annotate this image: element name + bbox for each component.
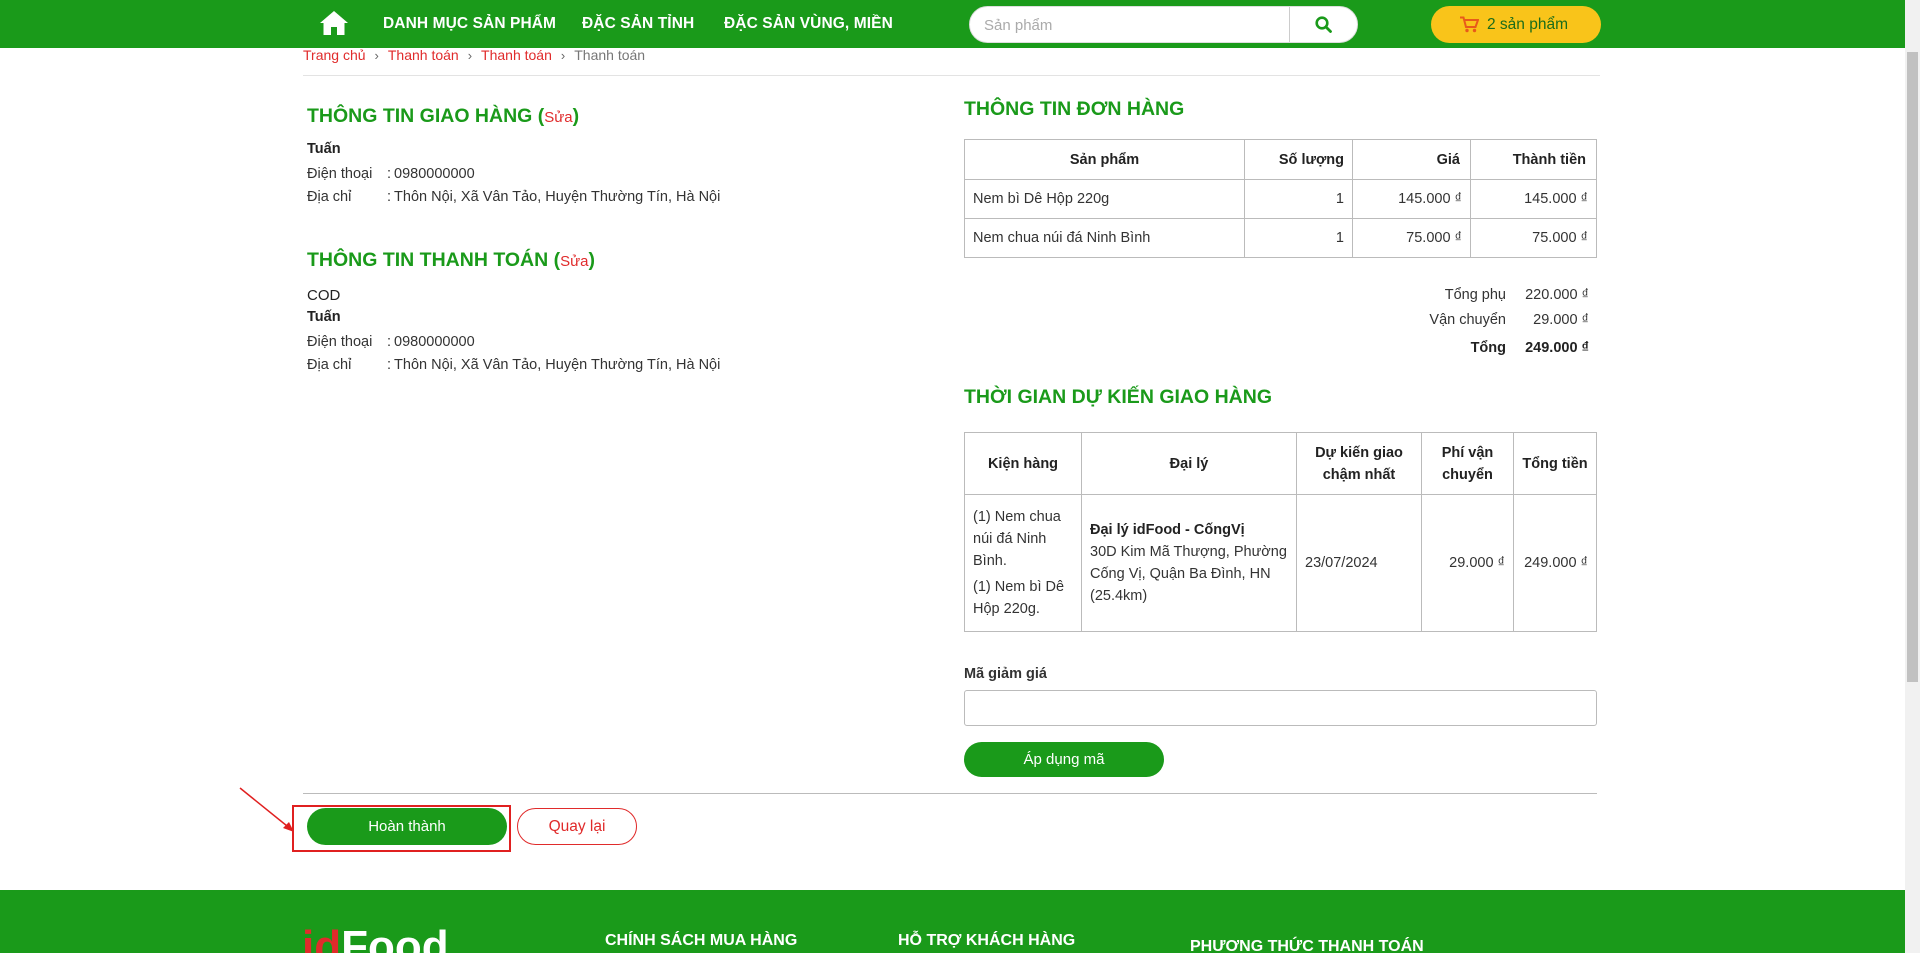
back-button[interactable]: Quay lại xyxy=(517,808,637,845)
scrollbar-thumb[interactable] xyxy=(1907,52,1918,682)
product-price: 145.000 ₫ xyxy=(1352,179,1471,219)
search-icon xyxy=(1315,16,1332,33)
subtotal-label: Tổng phụ xyxy=(1444,287,1506,303)
payment-title-text: THÔNG TIN THANH TOÁN xyxy=(307,249,549,271)
package-item: (1) Nem chua núi đá Ninh Bình. xyxy=(973,509,1061,569)
chevron-right-icon: › xyxy=(374,48,379,63)
cart-count: 2 sản phẩm xyxy=(1487,15,1568,33)
col-grand-total: Tổng tiền xyxy=(1513,432,1597,495)
col-quantity: Số lượng xyxy=(1244,139,1353,180)
order-table: Sản phẩm Số lượng Giá Thành tiền Nem bì … xyxy=(964,139,1597,258)
agent-address: 30D Kim Mã Thượng, Phường Cống Vị, Quận … xyxy=(1090,544,1287,604)
shipping-info-title: THÔNG TIN GIAO HÀNG (Sửa) xyxy=(307,105,580,127)
coupon-label: Mã giảm giá xyxy=(964,666,1047,682)
shipping-fee-value: 29.000 ₫ xyxy=(1533,312,1589,328)
shipping-name: Tuấn xyxy=(307,141,341,157)
payment-address: Thôn Nội, Xã Vân Tảo, Huyện Thường Tín, … xyxy=(394,357,721,373)
home-icon[interactable] xyxy=(319,10,349,36)
nav-regional-specialties[interactable]: ĐẶC SẢN VÙNG, MIỀN xyxy=(724,15,893,33)
shipping-address: Thôn Nội, Xã Vân Tảo, Huyện Thường Tín, … xyxy=(394,189,721,205)
table-row: Nem chua núi đá Ninh Bình 1 75.000 ₫ 75.… xyxy=(964,218,1597,258)
delivery-table-header: Kiện hàng Đại lý Dự kiến giao chậm nhất … xyxy=(964,432,1597,495)
col-subtotal: Thành tiền xyxy=(1470,139,1597,180)
shipping-fee-label: Vận chuyển xyxy=(1429,312,1506,328)
delivery-total-value: 249.000 ₫ xyxy=(1513,494,1597,632)
col-eta: Dự kiến giao chậm nhất xyxy=(1296,432,1422,495)
footer-heading-customer-support: HỖ TRỢ KHÁCH HÀNG xyxy=(898,932,1076,949)
total-label: Tổng xyxy=(1470,340,1506,356)
delivery-fee-value: 29.000 ₫ xyxy=(1421,494,1514,632)
logo-food-text: Food xyxy=(341,922,449,953)
shipping-title-text: THÔNG TIN GIAO HÀNG xyxy=(307,105,533,127)
cart-icon xyxy=(1460,16,1479,33)
payment-phone-row: Điện thoại:0980000000 xyxy=(307,334,475,350)
product-qty: 1 xyxy=(1244,218,1353,258)
subtotal-value: 220.000 ₫ xyxy=(1525,287,1589,303)
breadcrumb-checkout-1[interactable]: Thanh toán xyxy=(388,47,459,63)
phone-label: Điện thoại xyxy=(307,166,373,182)
address-label: Địa chỉ xyxy=(307,189,352,205)
search-input[interactable] xyxy=(984,15,1284,35)
table-row: Nem bì Dê Hộp 220g 1 145.000 ₫ 145.000 ₫ xyxy=(964,179,1597,219)
divider xyxy=(303,75,1600,76)
footer-heading-purchase-policy: CHÍNH SÁCH MUA HÀNG xyxy=(605,932,798,949)
search-button[interactable] xyxy=(1290,7,1357,42)
divider xyxy=(303,793,1597,794)
shipping-phone-row: Điện thoại:0980000000 xyxy=(307,166,475,182)
edit-payment-link[interactable]: Sửa xyxy=(560,253,588,270)
payment-phone: 0980000000 xyxy=(394,334,475,350)
search-box xyxy=(969,6,1358,43)
table-row: (1) Nem chua núi đá Ninh Bình. (1) Nem b… xyxy=(964,494,1597,632)
apply-coupon-button[interactable]: Áp dụng mã xyxy=(964,742,1164,777)
payment-address-row: Địa chỉ: Thôn Nội, Xã Vân Tảo, Huyện Thườ… xyxy=(307,357,721,373)
total-value: 249.000 ₫ xyxy=(1525,340,1589,356)
breadcrumb-current: Thanh toán xyxy=(574,47,646,63)
product-total: 75.000 ₫ xyxy=(1470,218,1597,258)
shipping-phone: 0980000000 xyxy=(394,166,475,182)
product-name: Nem chua núi đá Ninh Bình xyxy=(964,218,1245,258)
order-table-header: Sản phẩm Số lượng Giá Thành tiền xyxy=(964,139,1597,180)
product-name: Nem bì Dê Hộp 220g xyxy=(964,179,1245,219)
phone-label: Điện thoại xyxy=(307,334,373,350)
address-label: Địa chỉ xyxy=(307,357,352,373)
chevron-right-icon: › xyxy=(560,48,566,63)
col-agent: Đại lý xyxy=(1081,432,1297,495)
nav-province-specialties[interactable]: ĐẶC SẢN TỈNH xyxy=(582,15,694,33)
col-product: Sản phẩm xyxy=(964,139,1245,180)
annotation-highlight-box xyxy=(292,805,511,852)
edit-shipping-link[interactable]: Sửa xyxy=(544,109,572,126)
delivery-table: Kiện hàng Đại lý Dự kiến giao chậm nhất … xyxy=(964,432,1597,632)
chevron-right-icon: › xyxy=(467,48,473,63)
annotation-arrow-icon xyxy=(239,787,294,832)
package-cell: (1) Nem chua núi đá Ninh Bình. (1) Nem b… xyxy=(964,494,1082,632)
breadcrumb-home[interactable]: Trang chủ xyxy=(303,47,366,63)
col-price: Giá xyxy=(1352,139,1471,180)
nav-product-categories[interactable]: DANH MỤC SẢN PHẨM xyxy=(383,15,556,33)
col-shipping-fee: Phí vận chuyển xyxy=(1421,432,1514,495)
coupon-input[interactable] xyxy=(964,690,1597,726)
product-qty: 1 xyxy=(1244,179,1353,219)
eta-value: 23/07/2024 xyxy=(1296,494,1422,632)
agent-cell: Đại lý idFood - CốngVị 30D Kim Mã Thượng… xyxy=(1081,494,1297,632)
top-navbar: DANH MỤC SẢN PHẨM ĐẶC SẢN TỈNH ĐẶC SẢN V… xyxy=(0,0,1905,48)
footer: idFood CHÍNH SÁCH MUA HÀNG HỖ TRỢ KHÁCH … xyxy=(0,890,1905,953)
footer-logo[interactable]: idFood xyxy=(302,922,449,953)
delivery-estimate-title: THỜI GIAN DỰ KIẾN GIAO HÀNG xyxy=(964,386,1272,408)
product-total: 145.000 ₫ xyxy=(1470,179,1597,219)
footer-heading-payment-methods: PHƯƠNG THỨC THANH TOÁN xyxy=(1190,938,1424,953)
order-info-title: THÔNG TIN ĐƠN HÀNG xyxy=(964,98,1185,120)
shipping-address-row: Địa chỉ: Thôn Nội, Xã Vân Tảo, Huyện Thườ… xyxy=(307,189,721,205)
breadcrumb-checkout-2[interactable]: Thanh toán xyxy=(481,47,552,63)
payment-info-title: THÔNG TIN THANH TOÁN (Sửa) xyxy=(307,249,596,271)
payment-method: COD xyxy=(307,287,341,304)
logo-id-text: id xyxy=(302,922,342,953)
col-package: Kiện hàng xyxy=(964,432,1082,495)
breadcrumb: Trang chủ › Thanh toán › Thanh toán › Thanh to… xyxy=(303,47,645,63)
payment-name: Tuấn xyxy=(307,309,341,325)
package-item: (1) Nem bì Dê Hộp 220g. xyxy=(973,579,1065,617)
product-price: 75.000 ₫ xyxy=(1352,218,1471,258)
cart-button[interactable]: 2 sản phẩm xyxy=(1431,6,1601,43)
agent-name: Đại lý idFood - CốngVị xyxy=(1090,522,1245,538)
